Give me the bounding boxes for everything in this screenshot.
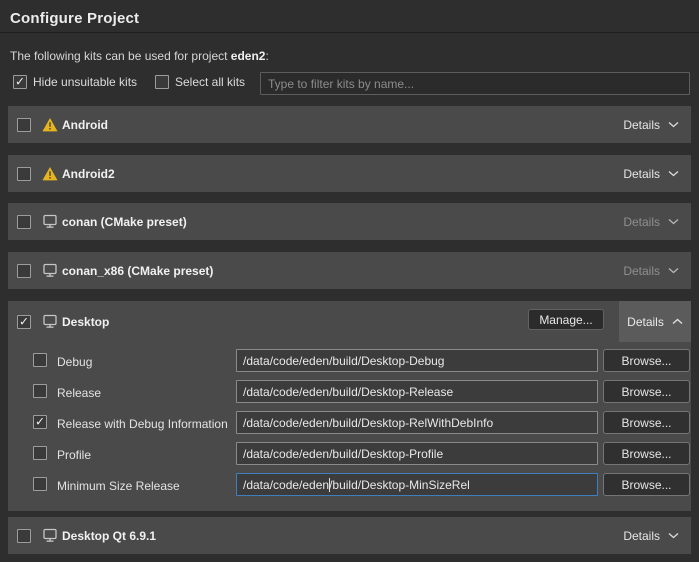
kit-row-conan[interactable]: conan (CMake preset) Details	[8, 203, 691, 240]
warning-icon	[41, 166, 58, 181]
build-dir-input-focused[interactable]: /data/code/eden/build/Desktop-MinSizeRel	[236, 473, 598, 496]
path-text-after-caret: /build/Desktop-MinSizeRel	[329, 478, 470, 492]
path-text-before-caret: /data/code/eden	[243, 478, 329, 492]
chevron-up-icon	[672, 318, 683, 325]
check-mark: ✓	[35, 416, 45, 428]
page-title: Configure Project	[10, 10, 139, 27]
kit-row-android[interactable]: Android Details	[8, 106, 691, 143]
browse-button-label: Browse...	[621, 354, 671, 368]
kit-name: conan_x86 (CMake preset)	[62, 264, 213, 278]
browse-button[interactable]: Browse...	[603, 473, 690, 496]
check-mark: ✓	[15, 76, 25, 88]
desktop-icon	[41, 314, 58, 329]
hide-unsuitable-kits-label: Hide unsuitable kits	[33, 75, 137, 89]
details-label: Details	[623, 264, 660, 278]
config-row-profile: Profile Browse...	[8, 442, 691, 466]
details-label: Details	[623, 529, 660, 543]
chevron-down-icon	[668, 121, 679, 128]
select-all-kits-checkbox[interactable]: Select all kits	[155, 75, 245, 89]
kit-row-conan-x86[interactable]: conan_x86 (CMake preset) Details	[8, 252, 691, 289]
browse-button[interactable]: Browse...	[603, 349, 690, 372]
checkbox-unchecked-icon[interactable]	[155, 75, 169, 89]
manage-button[interactable]: Manage...	[528, 309, 604, 330]
kit-filter-input[interactable]	[260, 72, 690, 95]
details-toggle: Details	[611, 203, 691, 240]
details-toggle[interactable]: Details	[611, 106, 691, 143]
browse-button-label: Browse...	[621, 447, 671, 461]
browse-button-label: Browse...	[621, 478, 671, 492]
kit-checkbox-checked[interactable]: ✓	[17, 315, 31, 329]
kit-checkbox[interactable]	[17, 215, 31, 229]
warning-icon	[41, 117, 58, 132]
details-label: Details	[623, 118, 660, 132]
kit-panel-desktop: ✓ Desktop Manage... Details Debug Browse…	[8, 301, 691, 511]
chevron-down-icon	[668, 267, 679, 274]
config-label: Release	[57, 386, 101, 400]
config-label: Release with Debug Information	[57, 417, 228, 431]
browse-button[interactable]: Browse...	[603, 380, 690, 403]
config-row-debug: Debug Browse...	[8, 349, 691, 373]
desktop-icon	[41, 263, 58, 278]
details-label: Details	[627, 315, 664, 329]
chevron-down-icon	[668, 532, 679, 539]
check-mark: ✓	[19, 315, 29, 327]
kit-checkbox[interactable]	[17, 118, 31, 132]
config-row-release: Release Browse...	[8, 380, 691, 404]
project-name: eden2	[231, 49, 266, 63]
kit-name: conan (CMake preset)	[62, 215, 187, 229]
chevron-down-icon	[668, 218, 679, 225]
kit-checkbox[interactable]	[17, 167, 31, 181]
kit-name: Android	[62, 118, 108, 132]
config-checkbox[interactable]	[33, 384, 47, 398]
title-separator	[0, 32, 699, 33]
config-checkbox[interactable]	[33, 353, 47, 367]
desktop-icon	[41, 528, 58, 543]
select-all-kits-label: Select all kits	[175, 75, 245, 89]
build-dir-input[interactable]	[236, 349, 598, 372]
kit-row-android2[interactable]: Android2 Details	[8, 155, 691, 192]
browse-button[interactable]: Browse...	[603, 442, 690, 465]
subtitle-colon: :	[265, 49, 268, 63]
kit-name: Desktop Qt 6.9.1	[62, 529, 156, 543]
build-dir-input[interactable]	[236, 380, 598, 403]
config-checkbox[interactable]	[33, 477, 47, 491]
build-dir-input[interactable]	[236, 411, 598, 434]
subtitle-text: The following kits can be used for proje…	[10, 49, 231, 63]
details-toggle-expanded[interactable]: Details	[619, 301, 691, 342]
details-label: Details	[623, 167, 660, 181]
browse-button-label: Browse...	[621, 416, 671, 430]
kit-row-desktop-qt[interactable]: Desktop Qt 6.9.1 Details	[8, 517, 691, 554]
browse-button[interactable]: Browse...	[603, 411, 690, 434]
kit-name: Desktop	[62, 315, 109, 329]
kit-name: Android2	[62, 167, 115, 181]
config-label: Debug	[57, 355, 92, 369]
details-toggle: Details	[611, 252, 691, 289]
config-label: Profile	[57, 448, 91, 462]
config-checkbox-checked[interactable]: ✓	[33, 415, 47, 429]
config-row-relwithdebinfo: ✓ Release with Debug Information Browse.…	[8, 411, 691, 435]
kit-checkbox[interactable]	[17, 529, 31, 543]
kit-checkbox[interactable]	[17, 264, 31, 278]
config-label: Minimum Size Release	[57, 479, 180, 493]
config-row-minsizerel: Minimum Size Release /data/code/eden/bui…	[8, 473, 691, 497]
configure-project-page: { "title": "Configure Project", "subtitl…	[0, 0, 699, 562]
details-toggle[interactable]: Details	[611, 155, 691, 192]
manage-button-label: Manage...	[539, 313, 592, 327]
kits-subtitle: The following kits can be used for proje…	[10, 49, 269, 63]
desktop-icon	[41, 214, 58, 229]
build-dir-input[interactable]	[236, 442, 598, 465]
config-checkbox[interactable]	[33, 446, 47, 460]
details-toggle[interactable]: Details	[611, 517, 691, 554]
details-label: Details	[623, 215, 660, 229]
hide-unsuitable-kits-checkbox[interactable]: ✓ Hide unsuitable kits	[13, 75, 137, 89]
checkbox-checked-icon[interactable]: ✓	[13, 75, 27, 89]
browse-button-label: Browse...	[621, 385, 671, 399]
chevron-down-icon	[668, 170, 679, 177]
